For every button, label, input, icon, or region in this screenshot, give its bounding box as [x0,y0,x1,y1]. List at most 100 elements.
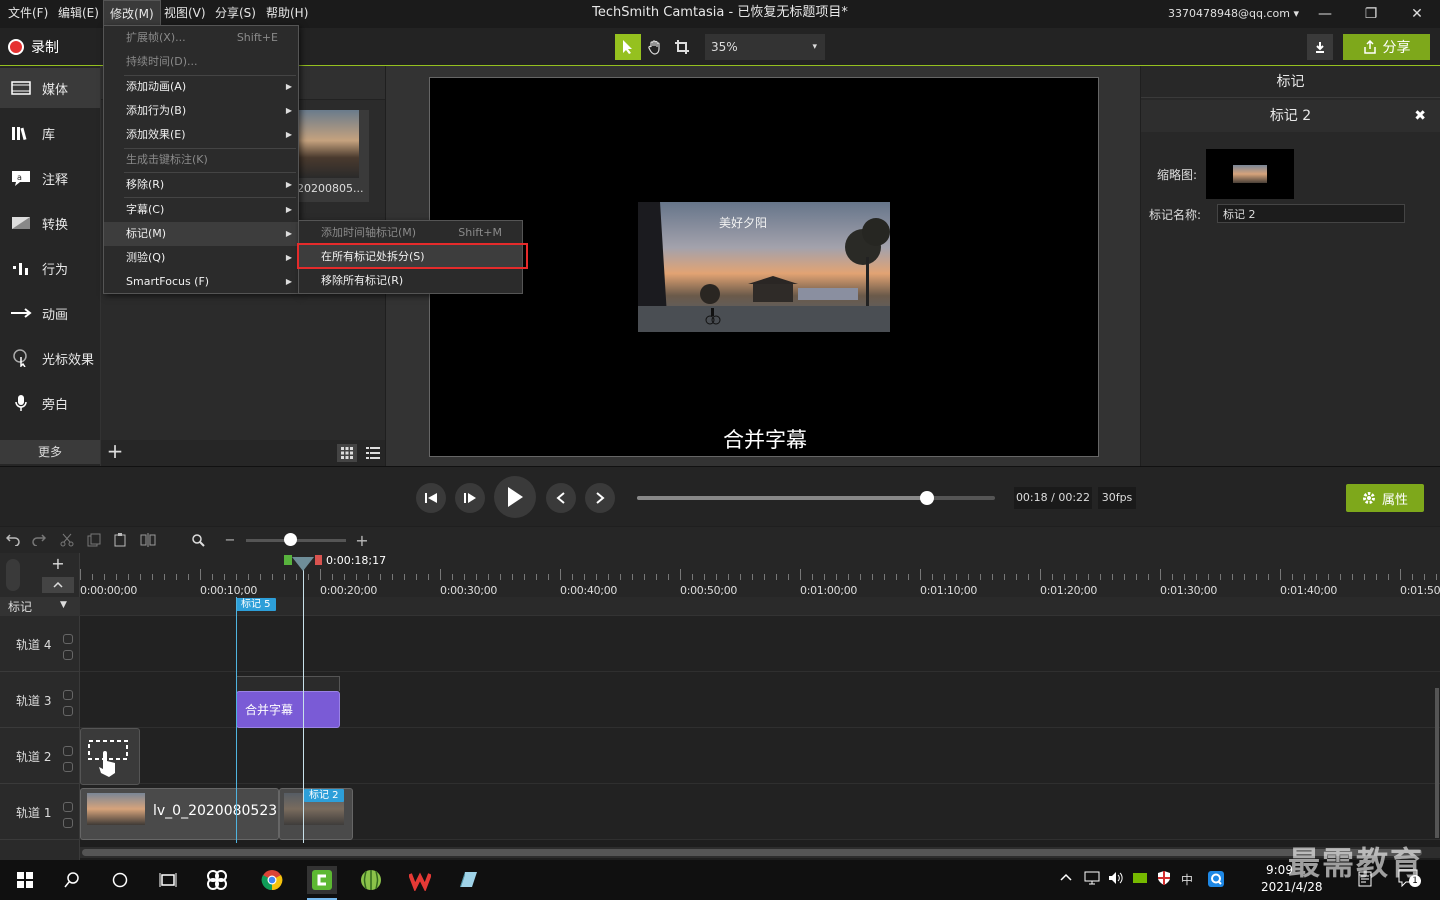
qq-icon[interactable] [1207,870,1225,891]
track-height-slider[interactable] [6,559,20,591]
camtasia-icon[interactable] [307,866,337,900]
close-icon[interactable]: ✖ [1414,100,1426,132]
list-view-icon[interactable] [363,444,383,462]
network-icon[interactable] [1084,871,1100,888]
previous-button[interactable] [546,483,576,513]
menu-item-add-behavior[interactable]: 添加行为(B) ▶ [104,99,298,123]
subtitle-text[interactable]: 合并字幕 [430,424,1100,454]
menu-modify[interactable]: 修改(M) [103,0,161,26]
select-tool[interactable] [615,34,641,60]
selection-end-handle[interactable] [315,555,322,565]
account-menu[interactable]: 3370478948@qq.com ▾ [1168,0,1299,28]
restore-button[interactable]: ❐ [1348,0,1394,28]
video-preview[interactable]: 美好夕阳 [638,202,890,332]
add-media-button[interactable]: + [105,440,125,464]
timeline-scrollbar[interactable] [80,847,1440,858]
playhead[interactable] [292,557,314,571]
cut-icon[interactable] [58,531,76,549]
add-track-button[interactable]: + [42,556,74,573]
menu-share[interactable]: 分享(S) [209,0,262,26]
menu-file[interactable]: 文件(F) [2,0,54,26]
eye-icon[interactable] [63,690,73,700]
more-button[interactable]: 更多 [0,440,100,464]
pinwheel-app-icon[interactable] [202,866,232,894]
marker-flag[interactable]: 标记 5 [236,598,276,611]
cortana-icon[interactable] [105,866,135,894]
media-item[interactable]: 20200805... [297,110,369,202]
redo-icon[interactable] [30,531,48,549]
ime-indicator[interactable]: 中 [1181,871,1193,888]
canvas[interactable]: 美好夕阳 合并字幕 [429,77,1099,457]
scrollbar-thumb[interactable] [82,849,1422,856]
scrubber-handle[interactable] [920,491,934,505]
menu-edit[interactable]: 编辑(E) [52,0,105,26]
menu-item-captions[interactable]: 字幕(C) ▶ [104,198,298,222]
track-header-1[interactable]: 轨道 1 [0,784,80,840]
track-header-4[interactable]: 轨道 4 [0,616,80,672]
marker-track[interactable]: 标记 5 [80,597,1440,616]
record-button[interactable]: 录制 [8,36,59,58]
video-clip[interactable]: lv_0_2020080523 [80,788,279,840]
menu-item-remove[interactable]: 移除(R) ▶ [104,173,298,197]
marker-name-field[interactable] [1217,204,1405,223]
sidebar-item-cursor-effects[interactable]: 光标效果 [0,338,100,378]
lock-icon[interactable] [63,818,73,828]
menu-item-add-animation[interactable]: 添加动画(A) ▶ [104,75,298,99]
close-window-button[interactable]: ✕ [1394,0,1440,28]
melon-app-icon[interactable] [356,866,386,894]
task-view-icon[interactable] [153,866,183,894]
playback-scrubber[interactable] [637,496,995,500]
menu-help[interactable]: 帮助(H) [260,0,314,26]
download-button[interactable] [1307,34,1333,60]
split-icon[interactable] [139,531,157,549]
lock-icon[interactable] [63,650,73,660]
collapse-tracks-button[interactable] [42,577,74,593]
notes-app-icon[interactable] [453,866,483,894]
minimize-button[interactable]: — [1302,0,1348,28]
subtitle-clip[interactable]: 合并字幕 [236,691,340,728]
paste-icon[interactable] [111,531,129,549]
sidebar-item-annotations[interactable]: a 注释 [0,158,100,198]
menu-item-extend-frame[interactable]: 扩展帧(X)... Shift+E [104,26,298,50]
eye-icon[interactable] [63,802,73,812]
menu-item-keystroke-callouts[interactable]: 生成击键标注(K) [104,148,298,172]
copy-icon[interactable] [85,531,103,549]
grid-view-icon[interactable] [337,444,357,462]
menu-item-quiz[interactable]: 测验(Q) ▶ [104,246,298,270]
share-button[interactable]: 分享 [1343,34,1430,60]
search-icon[interactable] [57,866,87,894]
menu-item-add-timeline-marker[interactable]: 添加时间轴标记(M) Shift+M [299,221,522,245]
marker-flag[interactable]: 标记 2 [304,789,344,802]
step-forward-button[interactable] [455,483,485,513]
properties-button[interactable]: 属性 [1346,484,1424,512]
cursor-clip[interactable] [80,728,140,785]
menu-item-remove-all-markers[interactable]: 移除所有标记(R) [299,269,522,293]
menu-item-markers[interactable]: 标记(M) ▶ [104,222,298,246]
menu-item-duration[interactable]: 持续时间(D)... [104,50,298,74]
pan-tool[interactable] [642,34,668,60]
track-2[interactable] [80,728,1440,784]
lock-icon[interactable] [63,762,73,772]
selection-start-handle[interactable] [284,555,292,565]
track-header-3[interactable]: 轨道 3 [0,672,80,728]
eye-icon[interactable] [63,634,73,644]
security-shield-icon[interactable] [1156,870,1172,889]
wps-icon[interactable] [405,866,435,894]
menu-item-smartfocus[interactable]: SmartFocus (F) ▶ [104,270,298,294]
eye-icon[interactable] [63,746,73,756]
zoom-dropdown[interactable]: 35% ▾ [705,34,825,60]
play-button[interactable] [494,476,536,518]
timeline-zoom-handle[interactable] [284,533,297,546]
chevron-up-icon[interactable] [1060,870,1072,884]
windows-start-icon[interactable] [10,866,40,894]
sidebar-item-animations[interactable]: 动画 [0,293,100,333]
volume-icon[interactable] [1108,871,1124,888]
sidebar-item-voice-narration[interactable]: 旁白 [0,383,100,423]
sidebar-item-library[interactable]: 库 [0,113,100,153]
menu-view[interactable]: 视图(V) [158,0,212,26]
zoom-in-button[interactable]: + [353,531,371,550]
zoom-out-button[interactable]: − [221,531,239,549]
chrome-icon[interactable] [257,866,287,894]
crop-tool[interactable] [669,34,695,60]
marker-track-header[interactable]: 标记 ▼ [0,597,80,616]
